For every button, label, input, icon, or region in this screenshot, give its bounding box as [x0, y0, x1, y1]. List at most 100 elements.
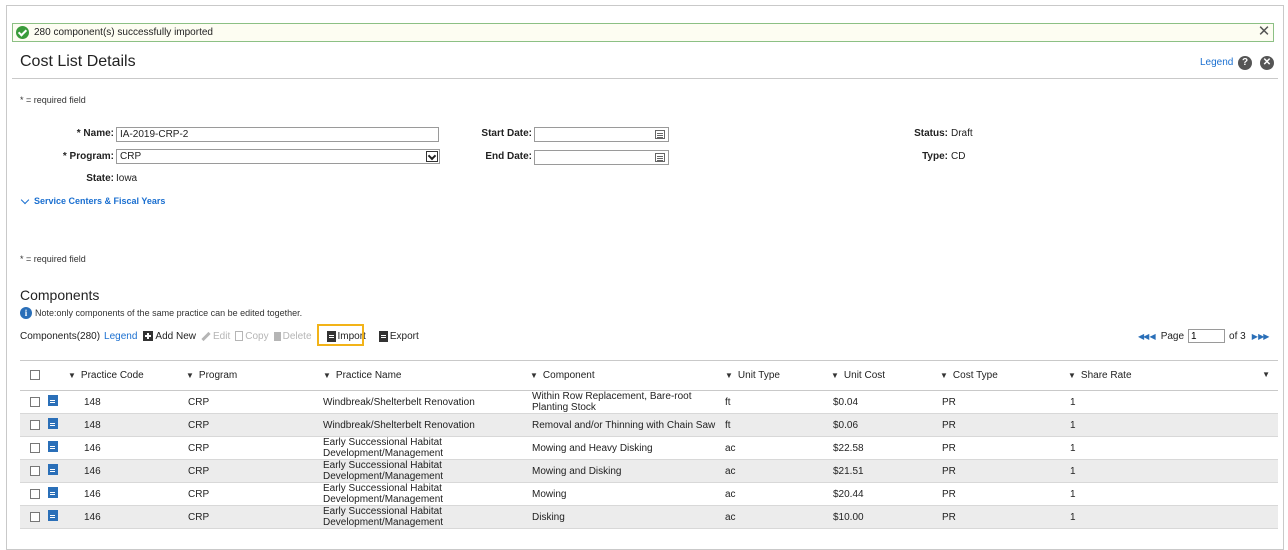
practice-name-cell: Early Successional Habitat Development/M… [323, 459, 530, 483]
close-icon[interactable]: ✕ [1260, 56, 1274, 70]
copy-button[interactable]: Copy [235, 331, 269, 342]
document-icon[interactable] [48, 441, 58, 452]
component-cell: Within Row Replacement, Bare-root Planti… [530, 390, 725, 414]
table-row[interactable]: 146 CRP Early Successional Habitat Develop… [20, 505, 1278, 529]
table-row[interactable]: 148 CRP Windbreak/Shelterbelt Renovation Re… [20, 413, 1278, 437]
filter-icon[interactable]: ▼ [1262, 370, 1270, 379]
row-checkbox[interactable] [30, 465, 40, 476]
column-share-rate[interactable]: ▼ Share Rate ▼ [1068, 360, 1278, 391]
row-select-cell [20, 482, 48, 506]
page-number-input[interactable] [1188, 329, 1226, 343]
unit-cost-cell: $22.58 [831, 436, 940, 460]
add-new-button[interactable]: Add New [143, 331, 196, 342]
practice-code-cell: 146 [68, 436, 186, 460]
column-cost-type[interactable]: ▼ Cost Type [940, 360, 1068, 391]
row-checkbox[interactable] [30, 488, 40, 499]
row-checkbox[interactable] [30, 419, 40, 430]
next-last-page-icons[interactable]: ▶ ▶▶ [1252, 332, 1270, 341]
column-label: Share Rate [1080, 370, 1132, 381]
first-prev-page-icons[interactable]: ◀◀ ◀ [1138, 332, 1156, 341]
column-component[interactable]: ▼ Component [530, 360, 725, 391]
service-centers-toggle[interactable]: Service Centers & Fiscal Years [20, 195, 165, 206]
document-icon[interactable] [48, 487, 58, 498]
name-input[interactable] [116, 127, 439, 142]
row-icon-cell [48, 413, 68, 437]
components-count: Components(280) [20, 330, 101, 342]
row-select-cell [20, 390, 48, 414]
legend-link[interactable]: Legend [1200, 57, 1233, 68]
row-checkbox[interactable] [30, 396, 40, 407]
table-row[interactable]: 146 CRP Early Successional Habitat Develop… [20, 459, 1278, 483]
row-icon-cell [48, 459, 68, 483]
filter-icon[interactable]: ▼ [186, 371, 194, 380]
program-select[interactable]: CRP [116, 149, 440, 164]
banner-close-icon[interactable]: ✕ [1257, 24, 1271, 40]
table-row[interactable]: 146 CRP Early Successional Habitat Develop… [20, 436, 1278, 460]
row-select-cell [20, 413, 48, 437]
filter-icon[interactable]: ▼ [68, 371, 76, 380]
practice-code-cell: 146 [68, 459, 186, 483]
start-date-label: Start Date: [481, 128, 532, 139]
add-new-label: Add New [155, 330, 196, 342]
filter-icon[interactable]: ▼ [831, 371, 839, 380]
share-rate-cell: 1 [1068, 436, 1278, 460]
filter-icon[interactable]: ▼ [725, 371, 733, 380]
success-message: 280 component(s) successfully imported [34, 27, 213, 38]
practice-name-cell: Windbreak/Shelterbelt Renovation [323, 390, 530, 414]
success-check-icon [16, 26, 29, 39]
document-icon[interactable] [48, 510, 58, 521]
calendar-icon[interactable] [655, 130, 665, 139]
share-rate-cell: 1 [1068, 505, 1278, 529]
column-practice-name[interactable]: ▼ Practice Name [323, 360, 530, 391]
program-cell: CRP [186, 459, 323, 483]
table-row[interactable]: 146 CRP Early Successional Habitat Develop… [20, 482, 1278, 506]
calendar-icon[interactable] [655, 153, 665, 162]
page-total: of 3 [1229, 330, 1246, 342]
document-icon[interactable] [48, 395, 58, 406]
help-icon[interactable]: ? [1238, 56, 1252, 70]
end-date-input[interactable] [534, 150, 669, 165]
cost-type-cell: PR [940, 436, 1068, 460]
copy-icon [235, 331, 244, 341]
column-practice-code[interactable]: ▼ Practice Code [68, 360, 186, 391]
info-icon: i [20, 307, 32, 319]
row-icon-cell [48, 390, 68, 414]
pager: ◀◀ ◀ Page of 3 ▶ ▶▶ [1138, 329, 1270, 343]
components-title: Components [20, 287, 100, 303]
row-checkbox[interactable] [30, 511, 40, 522]
unit-type-cell: ac [725, 505, 831, 529]
program-cell: CRP [186, 482, 323, 506]
edit-button[interactable]: Edit [201, 331, 230, 342]
table-header-row: ▼ Practice Code ▼ Program ▼ Practice Name ▼… [20, 360, 1278, 391]
note-text: Note:only components of the same practic… [35, 308, 303, 318]
filter-icon[interactable]: ▼ [530, 371, 538, 380]
document-icon[interactable] [48, 418, 58, 429]
success-banner: 280 component(s) successfully imported [12, 23, 1274, 42]
column-unit-cost[interactable]: ▼ Unit Cost [831, 360, 940, 391]
filter-icon[interactable]: ▼ [323, 371, 331, 380]
component-cell: Mowing [530, 482, 725, 506]
cost-type-cell: PR [940, 413, 1068, 437]
row-checkbox[interactable] [30, 442, 40, 453]
components-legend-link[interactable]: Legend [104, 331, 137, 342]
unit-type-cell: ac [725, 459, 831, 483]
export-button[interactable]: Export [378, 330, 419, 342]
select-all-checkbox[interactable] [30, 370, 40, 381]
filter-icon[interactable]: ▼ [1068, 371, 1076, 380]
program-selected-value: CRP [120, 151, 142, 162]
practice-code-cell: 146 [68, 505, 186, 529]
type-value: CD [951, 151, 966, 162]
share-rate-cell: 1 [1068, 413, 1278, 437]
table-row[interactable]: 148 CRP Windbreak/Shelterbelt Renovation Wi… [20, 390, 1278, 414]
filter-icon[interactable]: ▼ [940, 371, 948, 380]
start-date-input[interactable] [534, 127, 669, 142]
state-value: Iowa [116, 173, 138, 184]
delete-button[interactable]: Delete [273, 331, 312, 342]
required-field-note: * = required field [20, 95, 86, 105]
document-icon[interactable] [48, 464, 58, 475]
component-cell: Mowing and Disking [530, 459, 725, 483]
column-program[interactable]: ▼ Program [186, 360, 323, 391]
practice-code-cell: 148 [68, 390, 186, 414]
column-label: Practice Code [80, 370, 144, 381]
column-unit-type[interactable]: ▼ Unit Type [725, 360, 831, 391]
